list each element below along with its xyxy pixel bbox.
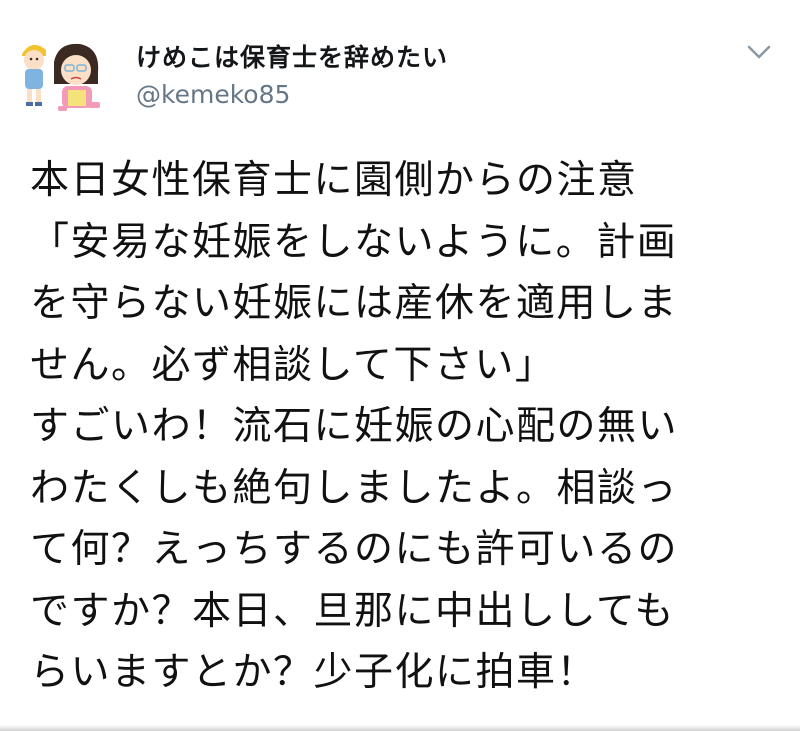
tweet-text-line: らいますとか？少子化に拍車！ [30,650,598,695]
tweet-text-line: 本日女性保育士に園側からの注意 [30,158,638,203]
tweet-text-line: ですか？本日、旦那に中出ししても [30,588,675,634]
tweet-text-line: せん。必ず相談して下さい」 [30,342,556,388]
user-handle[interactable]: @kemeko85 [136,80,290,109]
tweet-card: けめこは保育士を辞めたい @kemeko85 本日女性保育士に園側からの注意 「… [0,0,800,731]
tweet-menu-button[interactable] [746,42,772,62]
display-name[interactable]: けめこは保育士を辞めたい [136,38,448,74]
chevron-down-icon [747,45,771,59]
tweet-header: けめこは保育士を辞めたい @kemeko85 [18,28,782,118]
tweet-text-line: て何？えっちするのにも許可いるの [30,527,679,572]
avatar[interactable] [18,32,104,118]
bottom-divider [0,725,800,731]
tweet-text-line: すごいわ！流石に妊娠の心配の無い [30,404,679,449]
tweet-text-line: を守らない妊娠には産休を適用しま [30,281,679,326]
tweet-text-line: わたくしも絶句しましたよ。相談っ [30,465,679,511]
tweet-text-line: 「安易な妊娠をしないように。計画 [30,219,678,265]
tweet-text: 本日女性保育士に園側からの注意 「安易な妊娠をしないように。計画 を守らない妊娠… [30,150,780,704]
avatar-illustration-icon [22,43,100,111]
